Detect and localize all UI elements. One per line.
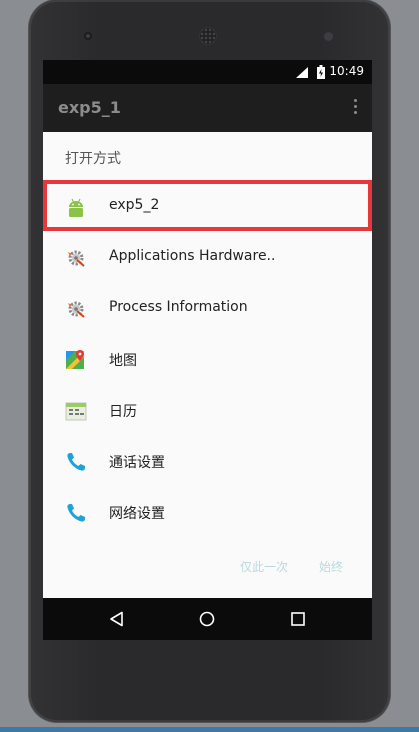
overflow-menu-icon[interactable] [354, 99, 358, 115]
battery-icon [317, 65, 325, 79]
navigation-bar [43, 598, 372, 640]
speaker-grille [200, 28, 216, 44]
list-item-label: 网络设置 [109, 506, 165, 522]
proximity-sensor [324, 32, 333, 41]
desktop-strip [0, 727, 419, 732]
app-title: exp5_1 [58, 98, 121, 117]
selection-highlight [43, 180, 372, 231]
list-item-label: 通话设置 [109, 455, 165, 471]
phone-icon [67, 453, 85, 471]
status-time: 10:49 [329, 64, 364, 78]
list-item-calendar[interactable]: 日历 [43, 386, 372, 437]
app-bar: exp5_1 [43, 84, 372, 132]
dialog-title: 打开方式 [65, 151, 121, 167]
list-item-call-settings[interactable]: 通话设置 [43, 437, 372, 488]
list-item-maps[interactable]: 地图 [43, 335, 372, 386]
list-item-label: 日历 [109, 404, 137, 420]
maps-icon [66, 350, 84, 369]
home-icon[interactable] [199, 611, 215, 627]
list-item-label: Process Information [109, 299, 248, 315]
list-item-applications-hardware[interactable]: Applications Hardware.. [43, 233, 372, 284]
back-icon[interactable] [109, 611, 125, 627]
status-bar: 10:49 [43, 60, 372, 84]
front-camera [84, 32, 92, 40]
just-once-button[interactable]: 仅此一次 [240, 558, 288, 575]
list-item-network-settings[interactable]: 网络设置 [43, 488, 372, 539]
always-button[interactable]: 始终 [319, 558, 343, 575]
settings-gear-icon [68, 250, 85, 267]
signal-icon [296, 67, 308, 78]
list-item-process-information[interactable]: Process Information [43, 284, 372, 335]
phone-icon [67, 504, 85, 522]
recents-icon[interactable] [291, 611, 305, 627]
list-item-label: 地图 [109, 353, 137, 369]
phone-screen: 10:49 exp5_1 打开方式 exp5_2 Applications Ha… [43, 60, 372, 640]
calendar-icon [65, 402, 87, 421]
settings-gear-icon [68, 301, 85, 318]
list-item-label: Applications Hardware.. [109, 248, 276, 264]
